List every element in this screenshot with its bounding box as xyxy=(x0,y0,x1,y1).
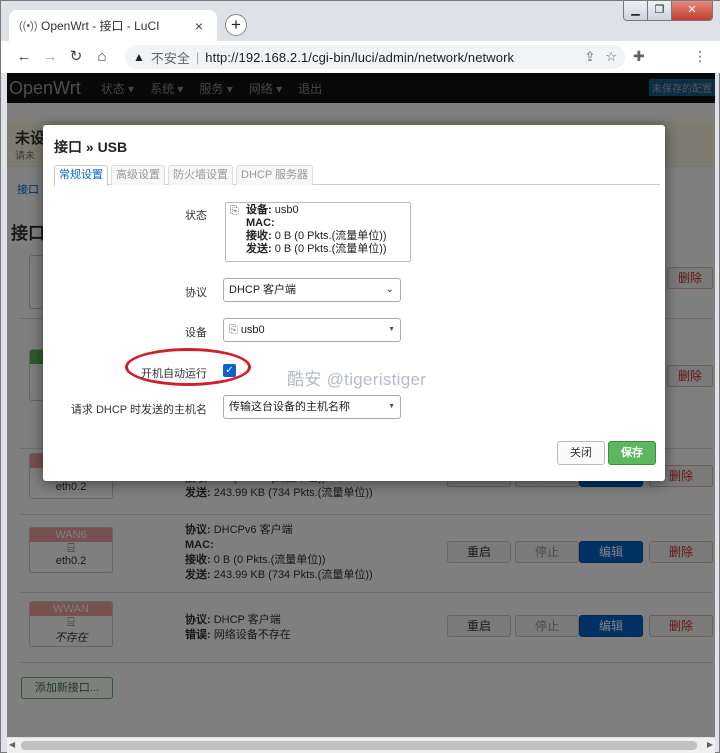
status-key: 发送: xyxy=(246,243,272,255)
scroll-right-icon[interactable]: ▶ xyxy=(707,740,713,749)
hostname-label: 请求 DHCP 时发送的主机名 xyxy=(70,404,207,416)
reload-icon[interactable]: ↻ xyxy=(63,44,89,70)
home-icon[interactable]: ⌂ xyxy=(89,44,115,70)
browser-tab[interactable]: ((•)) OpenWrt - 接口 - LuCI × xyxy=(9,10,217,41)
address-separator: | xyxy=(195,49,200,65)
tab-title: OpenWrt - 接口 - LuCI xyxy=(41,19,160,33)
status-key: 接收: xyxy=(246,230,272,242)
page-content: OpenWrt 状态 ▾ 系统 ▾ 服务 ▾ 网络 ▾ 退出 刷新 未保存的配置… xyxy=(7,73,715,739)
url-text[interactable]: http://192.168.2.1/cgi-bin/luci/admin/ne… xyxy=(205,50,574,65)
ethernet-icon: ⎘ xyxy=(229,324,238,336)
back-arrow-icon[interactable]: ← xyxy=(11,44,37,70)
save-button[interactable]: 保存 xyxy=(608,441,656,465)
interface-modal: 接口 » USB 常规设置 高级设置 防火墙设置 DHCP 服务器 状态 ⎘ 设… xyxy=(43,125,665,481)
status-value: usb0 xyxy=(271,204,299,216)
scrollbar-thumb[interactable] xyxy=(21,741,697,750)
device-select[interactable]: ⎘ usb0 ▼ xyxy=(223,318,401,342)
device-value: usb0 xyxy=(240,324,265,336)
hostname-value: 传输这台设备的主机名称 xyxy=(229,401,350,413)
tab-general-settings[interactable]: 常规设置 xyxy=(54,165,108,186)
hostname-select[interactable]: 传输这台设备的主机名称 ▼ xyxy=(223,395,401,419)
tab-close-icon[interactable]: × xyxy=(191,18,207,34)
tab-strip: ((•)) OpenWrt - 接口 - LuCI × + ▁ ❐ ✕ xyxy=(1,1,720,41)
close-window-button[interactable]: ✕ xyxy=(672,1,712,20)
red-highlight-ellipse xyxy=(125,348,251,386)
minimize-button[interactable]: ▁ xyxy=(624,1,648,20)
status-key: 设备: xyxy=(246,204,272,216)
watermark: 酷安 @tigeristiger xyxy=(287,370,427,389)
status-key: MAC: xyxy=(246,217,275,229)
modal-title: 接口 » USB xyxy=(54,139,128,155)
security-label: 不安全 xyxy=(150,50,190,66)
status-box: ⎘ 设备: usb0 MAC: 接收: 0 B (0 Pkts.(流量单位)) … xyxy=(225,202,411,262)
chevron-down-icon: ⌄ xyxy=(385,284,394,295)
browser-window: ((•)) OpenWrt - 接口 - LuCI × + ▁ ❐ ✕ ← → … xyxy=(0,0,720,753)
browser-toolbar: ← → ↻ ⌂ ▲ 不安全 | http://192.168.2.1/cgi-b… xyxy=(1,41,720,73)
ethernet-icon: ⎘ xyxy=(230,205,239,217)
status-value: 0 B (0 Pkts.(流量单位)) xyxy=(271,243,387,255)
protocol-select[interactable]: DHCP 客户端 ⌄ xyxy=(223,278,401,302)
status-label: 状态 xyxy=(185,210,207,222)
caret-down-icon: ▼ xyxy=(388,403,395,410)
status-value: 0 B (0 Pkts.(流量单位)) xyxy=(271,230,387,242)
tab-firewall-settings[interactable]: 防火墙设置 xyxy=(168,165,233,185)
horizontal-scrollbar[interactable]: ◀ ▶ xyxy=(7,737,715,753)
browser-menu-icon[interactable]: ⋮ xyxy=(693,48,707,65)
protocol-label: 协议 xyxy=(185,287,207,299)
maximize-button[interactable]: ❐ xyxy=(648,1,672,20)
address-bar[interactable]: ▲ 不安全 | http://192.168.2.1/cgi-bin/luci/… xyxy=(125,45,625,69)
protocol-value: DHCP 客户端 xyxy=(229,284,297,296)
window-controls: ▁ ❐ ✕ xyxy=(623,1,713,21)
scroll-left-icon[interactable]: ◀ xyxy=(9,740,15,749)
warning-triangle-icon[interactable]: ▲ xyxy=(133,50,145,64)
modal-tabs: 常规设置 高级设置 防火墙设置 DHCP 服务器 xyxy=(54,165,660,186)
new-tab-button[interactable]: + xyxy=(225,14,247,36)
share-icon[interactable]: ⇪ xyxy=(584,49,595,65)
radio-wave-icon: ((•)) xyxy=(19,19,38,32)
caret-down-icon: ▼ xyxy=(388,326,395,333)
close-button[interactable]: 关闭 xyxy=(557,441,605,465)
tab-dhcp-server[interactable]: DHCP 服务器 xyxy=(236,165,314,185)
bookmark-star-icon[interactable]: ☆ xyxy=(605,49,617,65)
tab-advanced-settings[interactable]: 高级设置 xyxy=(111,165,165,185)
extensions-puzzle-icon[interactable]: ✚ xyxy=(633,48,645,65)
device-label: 设备 xyxy=(185,327,207,339)
forward-arrow-icon[interactable]: → xyxy=(37,44,63,70)
